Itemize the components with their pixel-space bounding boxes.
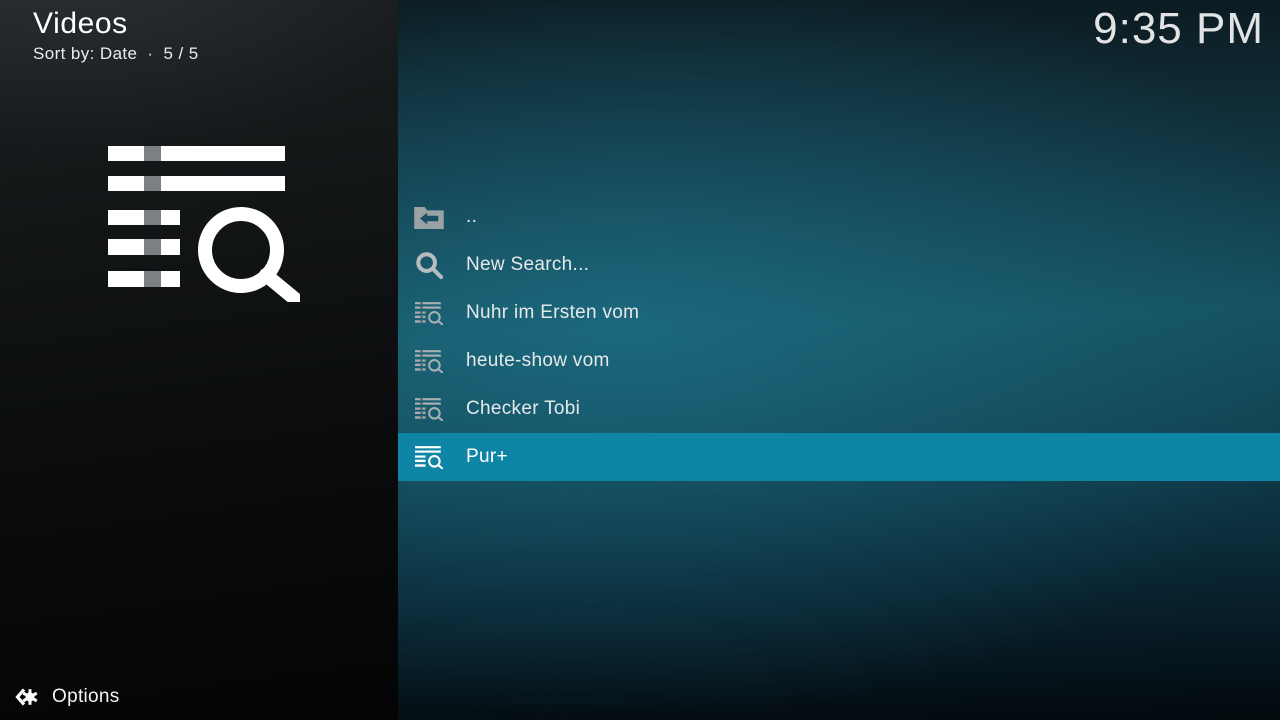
list-item[interactable]: Nuhr im Ersten vom bbox=[398, 289, 1280, 337]
search-icon bbox=[414, 250, 444, 280]
list-item[interactable]: heute-show vom bbox=[398, 337, 1280, 385]
list-search-icon bbox=[414, 346, 444, 376]
item-count: 5 / 5 bbox=[163, 44, 198, 63]
search-list-icon bbox=[108, 146, 300, 302]
list-item[interactable]: New Search... bbox=[398, 241, 1280, 289]
page-title: Videos bbox=[33, 7, 199, 41]
list-search-icon bbox=[414, 298, 444, 328]
options-label: Options bbox=[52, 686, 120, 708]
list-item-label: .. bbox=[466, 206, 477, 228]
sort-by-label: Sort by: Date bbox=[33, 44, 137, 63]
clock: 9:35 PM bbox=[1093, 4, 1264, 54]
left-panel: Videos Sort by: Date·5 / 5 Optio bbox=[0, 0, 398, 720]
list-item[interactable]: .. bbox=[398, 193, 1280, 241]
list-item[interactable]: Checker Tobi bbox=[398, 385, 1280, 433]
page-header: Videos Sort by: Date · 5 / 5 bbox=[33, 7, 199, 64]
separator-dot: · bbox=[147, 44, 153, 64]
list-search-icon bbox=[414, 442, 444, 472]
list-item[interactable]: Pur+ bbox=[398, 433, 1280, 481]
list-item-label: Checker Tobi bbox=[466, 398, 580, 420]
list-search-icon bbox=[414, 394, 444, 424]
file-list: .. New Search... Nuhr im Ersten vom bbox=[398, 193, 1280, 481]
sort-status: Sort by: Date · 5 / 5 bbox=[33, 44, 199, 64]
options-gear-icon bbox=[14, 685, 40, 709]
options-button[interactable]: Options bbox=[0, 674, 398, 720]
list-item-label: New Search... bbox=[466, 254, 589, 276]
kodi-screen: Videos Sort by: Date·5 / 5 Optio bbox=[0, 0, 1280, 720]
content-pane: 9:35 PM .. New Search... Nuhr im Ersten … bbox=[398, 0, 1280, 720]
list-item-label: Nuhr im Ersten vom bbox=[466, 302, 639, 324]
list-item-label: heute-show vom bbox=[466, 350, 610, 372]
list-item-label: Pur+ bbox=[466, 446, 508, 468]
folder-back-icon bbox=[414, 202, 444, 232]
